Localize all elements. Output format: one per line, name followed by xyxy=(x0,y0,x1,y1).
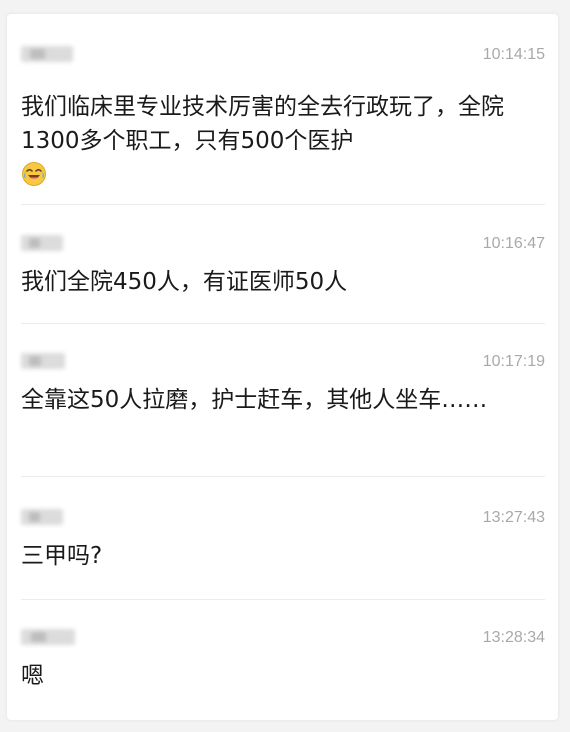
blurred-sender-name xyxy=(21,353,65,369)
message-time: 10:14:15 xyxy=(482,46,545,63)
message-text: 我们全院450人，有证医师50人 xyxy=(21,269,348,295)
message-text: 全靠这50人拉磨，护士赶车，其他人坐车…… xyxy=(21,387,488,413)
laughing-crying-face-icon xyxy=(22,162,46,186)
message-text-content: 我们临床里专业技术厉害的全去行政玩了，全院1300多个职工，只有500个医护 xyxy=(21,94,504,154)
message-time: 10:17:19 xyxy=(482,353,545,370)
message-item: 10:14:15 我们临床里专业技术厉害的全去行政玩了，全院1300多个职工，只… xyxy=(21,46,545,186)
blurred-sender-name xyxy=(21,235,63,251)
message-text: 我们临床里专业技术厉害的全去行政玩了，全院1300多个职工，只有500个医护 xyxy=(21,90,511,192)
message-text: 三甲吗? xyxy=(21,543,103,569)
message-divider xyxy=(21,323,545,324)
blurred-sender-name xyxy=(21,46,73,62)
message-item: 13:28:34 嗯 xyxy=(21,629,545,699)
message-divider xyxy=(21,476,545,477)
chat-card: 10:14:15 我们临床里专业技术厉害的全去行政玩了，全院1300多个职工，只… xyxy=(7,14,558,720)
message-time: 13:28:34 xyxy=(482,629,545,646)
message-divider xyxy=(21,599,545,600)
message-text: 嗯 xyxy=(21,663,44,689)
blurred-sender-name xyxy=(21,509,63,525)
message-item: 13:27:43 三甲吗? xyxy=(21,509,545,579)
message-time: 13:27:43 xyxy=(482,509,545,526)
blurred-sender-name xyxy=(21,629,75,645)
message-item: 10:17:19 全靠这50人拉磨，护士赶车，其他人坐车…… xyxy=(21,353,545,463)
message-time: 10:16:47 xyxy=(482,235,545,252)
message-item: 10:16:47 我们全院450人，有证医师50人 xyxy=(21,235,545,315)
message-divider xyxy=(21,204,545,205)
